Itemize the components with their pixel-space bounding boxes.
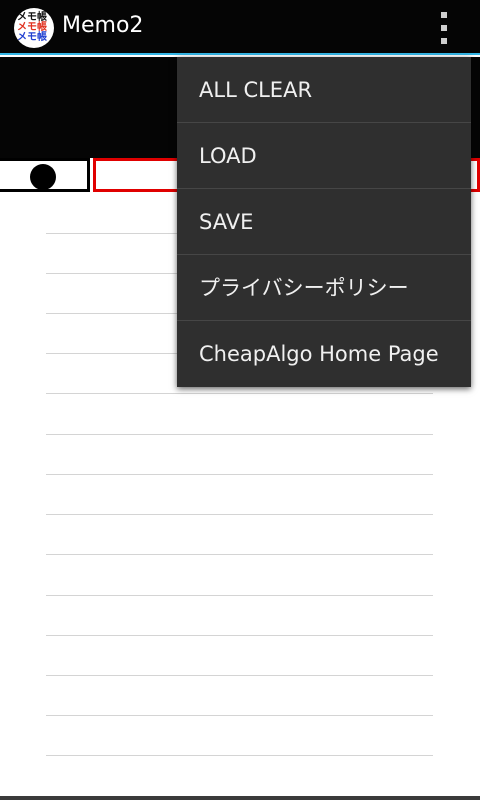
ruled-line: [46, 554, 433, 555]
ruled-line: [46, 595, 433, 596]
ruled-line: [46, 393, 433, 394]
overflow-dot: [441, 25, 447, 31]
app-title: Memo2: [62, 13, 144, 38]
ruled-line: [46, 675, 433, 676]
bottom-edge: [0, 796, 480, 800]
menu-item-save[interactable]: SAVE: [177, 189, 471, 255]
action-bar: メモ帳 メモ帳 メモ帳 Memo2: [0, 0, 480, 55]
ruled-line: [46, 755, 433, 756]
ruled-line: [46, 715, 433, 716]
menu-item-all-clear[interactable]: ALL CLEAR: [177, 57, 471, 123]
menu-item-home-page[interactable]: CheapAlgo Home Page: [177, 321, 471, 387]
overflow-menu-icon[interactable]: [430, 8, 458, 48]
menu-item-privacy-policy[interactable]: プライバシーポリシー: [177, 255, 471, 321]
ruled-line: [46, 635, 433, 636]
overflow-dot: [441, 38, 447, 44]
ruled-line: [46, 474, 433, 475]
pen-size-dot-icon: [30, 164, 56, 190]
app-icon[interactable]: メモ帳 メモ帳 メモ帳: [14, 8, 54, 48]
menu-item-load[interactable]: LOAD: [177, 123, 471, 189]
ruled-line: [46, 514, 433, 515]
app-icon-line-3: メモ帳: [17, 32, 47, 43]
overflow-dot: [441, 12, 447, 18]
overflow-menu: ALL CLEAR LOAD SAVE プライバシーポリシー CheapAlgo…: [177, 57, 471, 387]
ruled-line: [46, 434, 433, 435]
pen-tool-button[interactable]: [0, 158, 90, 192]
